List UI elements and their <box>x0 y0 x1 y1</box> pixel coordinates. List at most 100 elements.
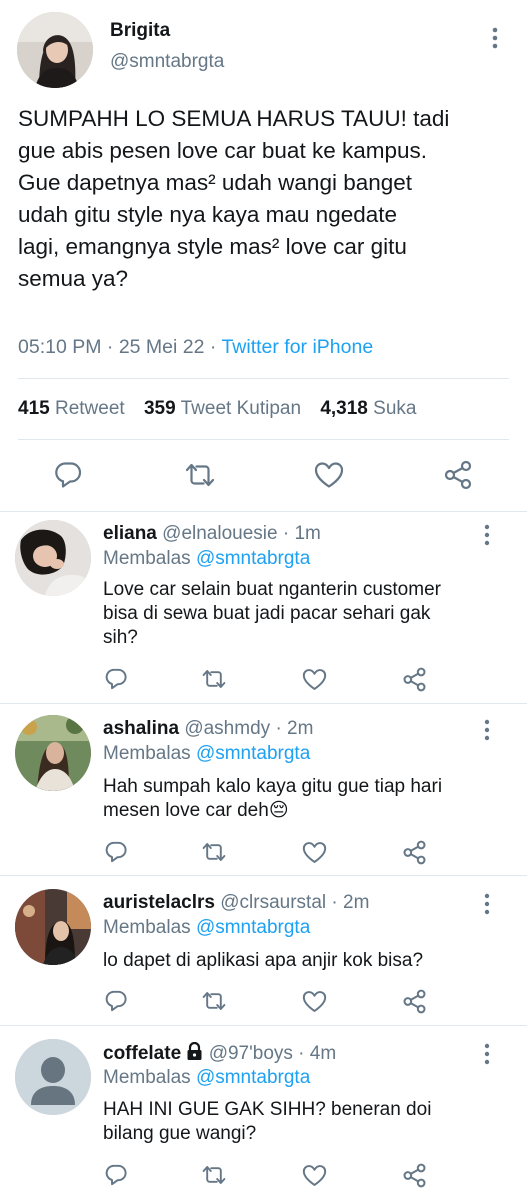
more-vertical-icon[interactable] <box>480 523 494 547</box>
reply-author-handle[interactable]: @97'boys <box>209 1043 293 1064</box>
replying-to: Membalas @smntabrgta <box>103 1067 310 1089</box>
author-avatar[interactable] <box>17 12 93 88</box>
share-icon[interactable] <box>402 840 427 865</box>
reply-header: ashalina @ashmdy · 2m <box>103 718 313 740</box>
retweet-icon[interactable] <box>201 840 227 864</box>
replying-to: Membalas @smntabrgta <box>103 917 310 939</box>
reply-author-handle[interactable]: @ashmdy <box>184 718 270 739</box>
replying-to-handle[interactable]: @smntabrgta <box>196 1067 310 1088</box>
more-vertical-icon[interactable] <box>480 892 494 916</box>
reply-text-line: mesen love car deh😔 <box>103 800 289 821</box>
author-handle[interactable]: @smntabrgta <box>110 51 224 73</box>
like-icon[interactable] <box>302 841 327 864</box>
more-vertical-icon[interactable] <box>480 718 494 742</box>
reply-text: lo dapet di aplikasi apa anjir kok bisa? <box>103 949 503 973</box>
more-vertical-icon[interactable] <box>488 26 502 50</box>
avatar[interactable] <box>15 520 91 596</box>
share-icon[interactable] <box>402 667 427 692</box>
retweet-stat[interactable]: 415 Retweet <box>18 398 125 419</box>
tweet-meta: 05:10 PM · 25 Mei 22 · Twitter for iPhon… <box>18 336 373 359</box>
reply-text: HAH INI GUE GAK SIHH? beneran doi bilang… <box>103 1098 503 1146</box>
divider <box>18 439 509 440</box>
more-vertical-icon[interactable] <box>480 1042 494 1066</box>
reply-text: Hah sumpah kalo kaya gitu gue tiap hari … <box>103 775 503 823</box>
quote-stat[interactable]: 359 Tweet Kutipan <box>144 398 301 419</box>
replying-to-handle[interactable]: @smntabrgta <box>196 917 310 938</box>
reply-author-handle[interactable]: @elnalouesie <box>162 523 277 544</box>
like-icon[interactable] <box>302 990 327 1013</box>
retweet-icon[interactable] <box>201 1163 227 1187</box>
reply-icon[interactable] <box>53 460 83 490</box>
divider <box>18 378 509 379</box>
reply-text-line: bilang gue wangi? <box>103 1123 257 1144</box>
meta-separator: · <box>209 336 217 358</box>
retweet-label: Retweet <box>54 398 125 419</box>
like-stat[interactable]: 4,318 Suka <box>320 398 416 419</box>
reply-author-name[interactable]: ashalina <box>103 718 179 739</box>
like-icon[interactable] <box>302 668 327 691</box>
share-icon[interactable] <box>443 460 473 490</box>
reply-time: 2m <box>343 892 370 913</box>
replying-to: Membalas @smntabrgta <box>103 743 310 765</box>
reply-text-line: Love car selain buat nganterin customer <box>103 579 441 600</box>
reply-text-line: lo dapet di aplikasi apa anjir kok bisa? <box>103 950 424 971</box>
like-icon[interactable] <box>302 1164 327 1187</box>
avatar[interactable] <box>15 715 91 791</box>
reply-time: 2m <box>287 718 314 739</box>
meta-separator: · <box>298 1043 305 1064</box>
tweet-time: 05:10 PM <box>18 336 102 358</box>
avatar[interactable] <box>15 889 91 965</box>
reply-author-handle[interactable]: @clrsaurstal <box>220 892 326 913</box>
reply-author-name[interactable]: auristelaclrs <box>103 892 215 913</box>
tweet-text: SUMPAHH LO SEMUA HARUS TAUU! tadi gue ab… <box>18 103 508 295</box>
reply-author-name[interactable]: coffelate <box>103 1043 181 1064</box>
reply-icon[interactable] <box>104 840 128 864</box>
retweet-icon[interactable] <box>201 989 227 1013</box>
tweet-text-line: udah gitu style nya kaya mau ngedate <box>18 202 398 227</box>
reply-text-line: HAH INI GUE GAK SIHH? beneran doi <box>103 1099 432 1120</box>
lock-icon <box>186 1041 203 1067</box>
meta-separator: · <box>106 336 114 358</box>
reply-tweet[interactable]: auristelaclrs @clrsaurstal · 2m Membalas… <box>0 876 527 1026</box>
tweet-source-link[interactable]: Twitter for iPhone <box>221 336 373 358</box>
replying-to: Membalas @smntabrgta <box>103 548 310 570</box>
share-icon[interactable] <box>402 989 427 1014</box>
replying-to-handle[interactable]: @smntabrgta <box>196 743 310 764</box>
reply-text-line: sih? <box>103 627 138 648</box>
tweet-text-line: lagi, emangnya style mas² love car gitu <box>18 234 407 259</box>
quote-label: Tweet Kutipan <box>180 398 302 419</box>
reply-icon[interactable] <box>104 989 128 1013</box>
like-count: 4,318 <box>320 398 368 419</box>
reply-tweet[interactable]: eliana @elnalouesie · 1m Membalas @smnta… <box>0 512 527 704</box>
reply-time: 4m <box>309 1043 337 1064</box>
reply-actions <box>0 1161 527 1191</box>
tweet-text-line: Gue dapetnya mas² udah wangi banget <box>18 170 413 195</box>
reply-header: coffelate @97'boys · 4m <box>103 1041 337 1067</box>
reply-actions <box>0 665 527 695</box>
default-avatar-icon[interactable] <box>15 1039 91 1115</box>
retweet-count: 415 <box>18 398 50 419</box>
reply-tweet[interactable]: coffelate @97'boys · 4m Membalas @smntab… <box>0 1026 527 1200</box>
reply-tweet[interactable]: ashalina @ashmdy · 2m Membalas @smntabrg… <box>0 704 527 876</box>
main-tweet: Brigita @smntabrgta SUMPAHH LO SEMUA HAR… <box>0 0 527 512</box>
reply-icon[interactable] <box>104 667 128 691</box>
reply-time: 1m <box>294 523 321 544</box>
replying-to-handle[interactable]: @smntabrgta <box>196 548 310 569</box>
meta-separator: · <box>275 718 282 739</box>
tweet-text-line: semua ya? <box>18 266 129 291</box>
reply-text-line: Hah sumpah kalo kaya gitu gue tiap hari <box>103 776 443 797</box>
reply-icon[interactable] <box>104 1163 128 1187</box>
reply-actions <box>0 838 527 868</box>
replying-prefix: Membalas <box>103 743 191 764</box>
like-icon[interactable] <box>314 461 344 489</box>
replying-prefix: Membalas <box>103 548 191 569</box>
author-name[interactable]: Brigita <box>110 20 170 42</box>
tweet-text-line: SUMPAHH LO SEMUA HARUS TAUU! tadi <box>18 106 450 131</box>
reply-author-name[interactable]: eliana <box>103 523 157 544</box>
retweet-icon[interactable] <box>201 667 227 691</box>
share-icon[interactable] <box>402 1163 427 1188</box>
like-label: Suka <box>373 398 417 419</box>
replying-prefix: Membalas <box>103 1067 191 1088</box>
tweet-text-line: gue abis pesen love car buat ke kampus. <box>18 138 427 163</box>
retweet-icon[interactable] <box>184 460 216 490</box>
